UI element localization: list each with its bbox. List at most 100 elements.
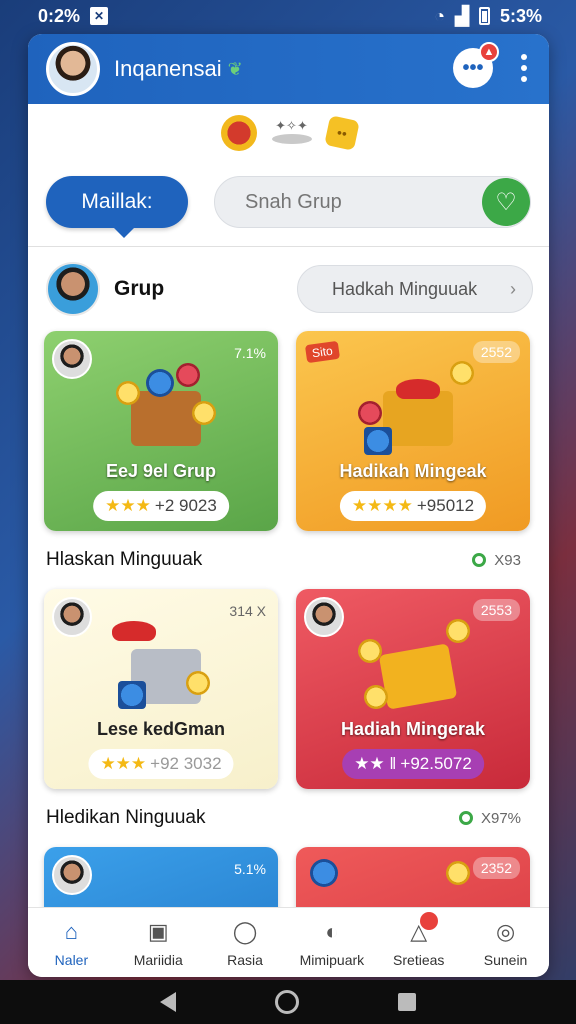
notification-icon: ✕ — [90, 7, 109, 25]
media-icon: ▣ — [147, 918, 169, 944]
bottom-tab-bar: ⌂ Naler ▣ Mariidia ◯ Rasia ◐ Mimipuark △… — [28, 907, 549, 977]
tile-stat: 2352 — [472, 857, 520, 879]
system-nav-bar — [0, 980, 576, 1024]
star-rating-icon: ★★ ‖ — [354, 754, 397, 773]
tile-score-value: +92.5072 — [400, 754, 472, 773]
tile-stat: 2552 — [472, 341, 520, 363]
tile-lese-kedgman[interactable]: 314 X Lese kedGman ★★★ +92 3032 — [44, 589, 278, 789]
tile-hadikah-mingeak[interactable]: Sito 2552 Hadikah Mingeak ★★★★ +95012 — [296, 331, 530, 531]
section-header-1: Hlaskan Minguuak X93 — [28, 531, 549, 589]
tile-score-value: +92 3032 — [150, 754, 222, 773]
section-title: Hlaskan Minguuak — [46, 549, 203, 570]
tile-stat: 2553 — [472, 599, 520, 621]
tab-rasia[interactable]: ◯ Rasia — [203, 918, 287, 968]
tab-mariidia[interactable]: ▣ Mariidia — [116, 918, 200, 968]
person-icon: ◯ — [232, 918, 258, 944]
tile-title: EeJ 9el Grup — [105, 461, 217, 481]
back-icon[interactable] — [159, 992, 176, 1012]
app-header: Inqanensai ❦ ••• ▲ — [28, 34, 549, 104]
leaf-icon: ❦ — [227, 58, 243, 79]
tile-stat: 5.1% — [234, 861, 266, 877]
tile-score: ★★★★ +95012 — [339, 491, 487, 521]
status-ring-icon — [472, 553, 487, 567]
status-bar: 0:2% ✕ ◔ ▟ 5:3% — [0, 0, 576, 32]
tile-score: ★★★ +92 3032 — [88, 749, 234, 779]
tab-naler[interactable]: ⌂ Naler — [29, 918, 113, 968]
tile-title: Lese kedGman — [96, 719, 226, 739]
crest-icon — [220, 115, 257, 151]
tab-label: Sretieas — [393, 951, 445, 968]
tab-label: Naler — [54, 951, 89, 968]
avatar[interactable] — [46, 42, 100, 96]
section-title: Hledikan Ninguuak — [46, 807, 206, 828]
recent-apps-icon[interactable] — [398, 993, 417, 1011]
app-title: Inqanensai — [114, 56, 222, 81]
status-right-text: 5:3% — [499, 5, 542, 26]
tile-avatar — [304, 597, 344, 637]
chat-bubble-icon: ••• — [462, 56, 484, 79]
tile-score-value: +95012 — [416, 496, 475, 515]
home-circle-icon[interactable] — [274, 990, 299, 1014]
tile-avatar — [52, 855, 92, 895]
star-rating-icon: ★★★★ — [351, 496, 413, 515]
hadkah-minguuak-button[interactable]: Hadkah Minguuak › — [297, 265, 533, 313]
group-row: Grup Hadkah Minguuak › — [28, 247, 549, 331]
compass-icon: ◐ — [325, 918, 339, 944]
tab-label: Mariidia — [133, 951, 183, 968]
home-icon: ⌂ — [64, 918, 79, 944]
game-die-icon: •• — [323, 115, 360, 151]
section-stat-value: X97% — [480, 809, 521, 827]
tile-score-value: +2 9023 — [154, 496, 217, 515]
chevron-right-icon: › — [510, 278, 516, 299]
gold-box-icon — [358, 619, 470, 710]
section-stat-value: X93 — [494, 551, 521, 569]
group-title: Grup — [114, 277, 165, 300]
tile-title: Hadiah Mingerak — [340, 719, 486, 739]
tile-avatar — [52, 597, 92, 637]
gift-box-icon — [358, 361, 474, 455]
tile-eej-9el-grup[interactable]: 7.1% EeJ 9el Grup ★★★ +2 9023 — [44, 331, 278, 531]
tile-title: Hadikah Mingeak — [339, 461, 487, 481]
section-header-2: Hledikan Ninguuak X97% — [28, 789, 549, 847]
section-stat: X93 — [472, 552, 521, 569]
chat-button[interactable]: ••• ▲ — [453, 42, 499, 88]
battery-icon — [478, 7, 490, 25]
app-window: Inqanensai ❦ ••• ▲ ✦✧✦ •• Maillak: ♡ Gru… — [28, 34, 549, 977]
tile-score: ★★ ‖ +92.5072 — [342, 749, 484, 779]
kebab-menu-icon[interactable] — [521, 54, 527, 82]
coin-icon — [446, 861, 470, 885]
tab-sretieas[interactable]: △ Sretieas — [377, 911, 461, 968]
hadkah-minguuak-label: Hadkah Minguuak — [332, 278, 478, 299]
safe-box-icon — [106, 619, 216, 709]
wifi-icon: ◔ — [434, 5, 446, 26]
star-rating-icon: ★★★ — [100, 754, 147, 773]
profile-icon: ◎ — [495, 918, 516, 944]
star-rating-icon: ★★★ — [105, 496, 151, 515]
tab-mimipuark[interactable]: ◐ Mimipuark — [290, 918, 374, 968]
maillak-button[interactable]: Maillak: — [46, 176, 188, 238]
status-time: 0:2% — [38, 5, 81, 26]
group-avatar[interactable] — [46, 262, 100, 316]
tile-stat: 314 X — [229, 603, 266, 619]
tile-grid-1: 7.1% EeJ 9el Grup ★★★ +2 9023 Sito 2552 — [28, 331, 549, 531]
signal-icon: ▟ — [455, 5, 469, 26]
gem-icon — [310, 859, 338, 887]
tile-score: ★★★ +2 9023 — [93, 491, 229, 521]
triangle-icon: ▲ — [479, 42, 499, 62]
search-field[interactable]: ♡ — [214, 176, 531, 228]
notification-icon: △ — [404, 911, 438, 946]
tile-grid-2: 314 X Lese kedGman ★★★ +92 3032 2553 Had… — [28, 589, 549, 789]
heart-icon[interactable]: ♡ — [482, 178, 530, 226]
tab-sunein[interactable]: ◎ Sunein — [464, 918, 548, 968]
search-row: Maillak: ♡ — [28, 162, 549, 242]
tab-label: Rasia — [227, 951, 263, 968]
tile-hadiah-mingerak[interactable]: 2553 Hadiah Mingerak ★★ ‖ +92.5072 — [296, 589, 530, 789]
tile-tag: Sito — [304, 340, 340, 364]
tile-stat: 7.1% — [234, 345, 266, 361]
tab-label: Sunein — [483, 951, 528, 968]
status-ring-icon — [458, 811, 473, 825]
search-input[interactable] — [245, 190, 445, 214]
tile-avatar — [52, 339, 92, 379]
tab-label: Mimipuark — [299, 951, 365, 968]
emblem-row: ✦✧✦ •• — [28, 104, 549, 162]
